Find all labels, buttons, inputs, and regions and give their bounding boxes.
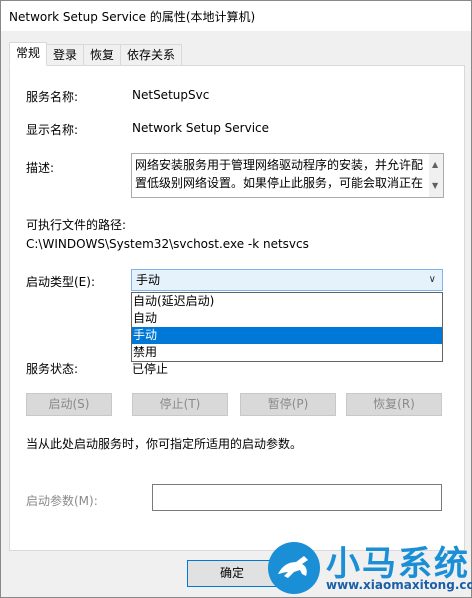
horse-logo-icon [268,542,320,594]
description-text: 网络安装服务用于管理网络驱动程序的安装，并允许配置低级别网络设置。如果停止此服务… [135,158,424,190]
startup-type-label: 启动类型(E): [26,275,95,289]
tab-recovery[interactable]: 恢复 [84,44,122,65]
service-name-value: NetSetupSvc [132,88,210,102]
service-status-value: 已停止 [132,362,169,376]
tab-logon[interactable]: 登录 [47,44,85,65]
stop-button[interactable]: 停止(T) [132,393,228,416]
start-params-input[interactable] [152,484,442,511]
option-auto-delayed[interactable]: 自动(延迟启动) [132,293,442,310]
window-title: Network Setup Service 的属性(本地计算机) [9,9,256,24]
watermark-url: www.xiaomaxitong.com [326,578,472,592]
startup-type-dropdown: 自动(延迟启动) 自动 手动 禁用 [131,292,443,362]
description-scrollbar[interactable]: ▲ ▼ [429,154,443,197]
service-name-label: 服务名称: [26,90,79,104]
chevron-down-icon: ∨ [428,274,436,285]
tab-general[interactable]: 常规 [9,42,48,66]
tab-dependencies[interactable]: 依存关系 [121,44,183,65]
startup-type-selected: 手动 [136,273,161,287]
option-auto[interactable]: 自动 [132,310,442,327]
description-label: 描述: [26,161,55,175]
option-disabled[interactable]: 禁用 [132,344,442,361]
watermark: 小马系统 www.xiaomaxitong.com [266,536,472,598]
hint-text: 当从此处启动服务时，你可指定所适用的启动参数。 [26,437,303,451]
ok-button[interactable]: 确定 [187,560,277,587]
display-name-label: 显示名称: [26,123,79,137]
scroll-down-icon[interactable]: ▼ [432,177,438,195]
resume-button[interactable]: 恢复(R) [346,393,442,416]
title-bar: Network Setup Service 的属性(本地计算机) [1,1,471,31]
description-box[interactable]: 网络安装服务用于管理网络驱动程序的安装，并允许配置低级别网络设置。如果停止此服务… [131,153,444,198]
pause-button[interactable]: 暂停(P) [240,393,336,416]
start-params-label: 启动参数(M): [26,494,98,508]
general-panel: 服务名称: NetSetupSvc 显示名称: Network Setup Se… [9,65,465,551]
startup-type-select[interactable]: 手动 ∨ [131,269,443,291]
properties-dialog: Network Setup Service 的属性(本地计算机) 常规 登录 恢… [0,0,472,598]
display-name-value: Network Setup Service [132,121,270,135]
exe-path-value: C:\WINDOWS\System32\svchost.exe -k netsv… [26,237,309,251]
option-manual[interactable]: 手动 [132,327,442,344]
exe-path-label: 可执行文件的路径: [26,218,127,232]
service-status-label: 服务状态: [26,362,79,376]
tab-strip: 常规 登录 恢复 依存关系 [9,42,183,66]
scroll-up-icon[interactable]: ▲ [432,156,438,174]
start-button[interactable]: 启动(S) [26,393,112,416]
